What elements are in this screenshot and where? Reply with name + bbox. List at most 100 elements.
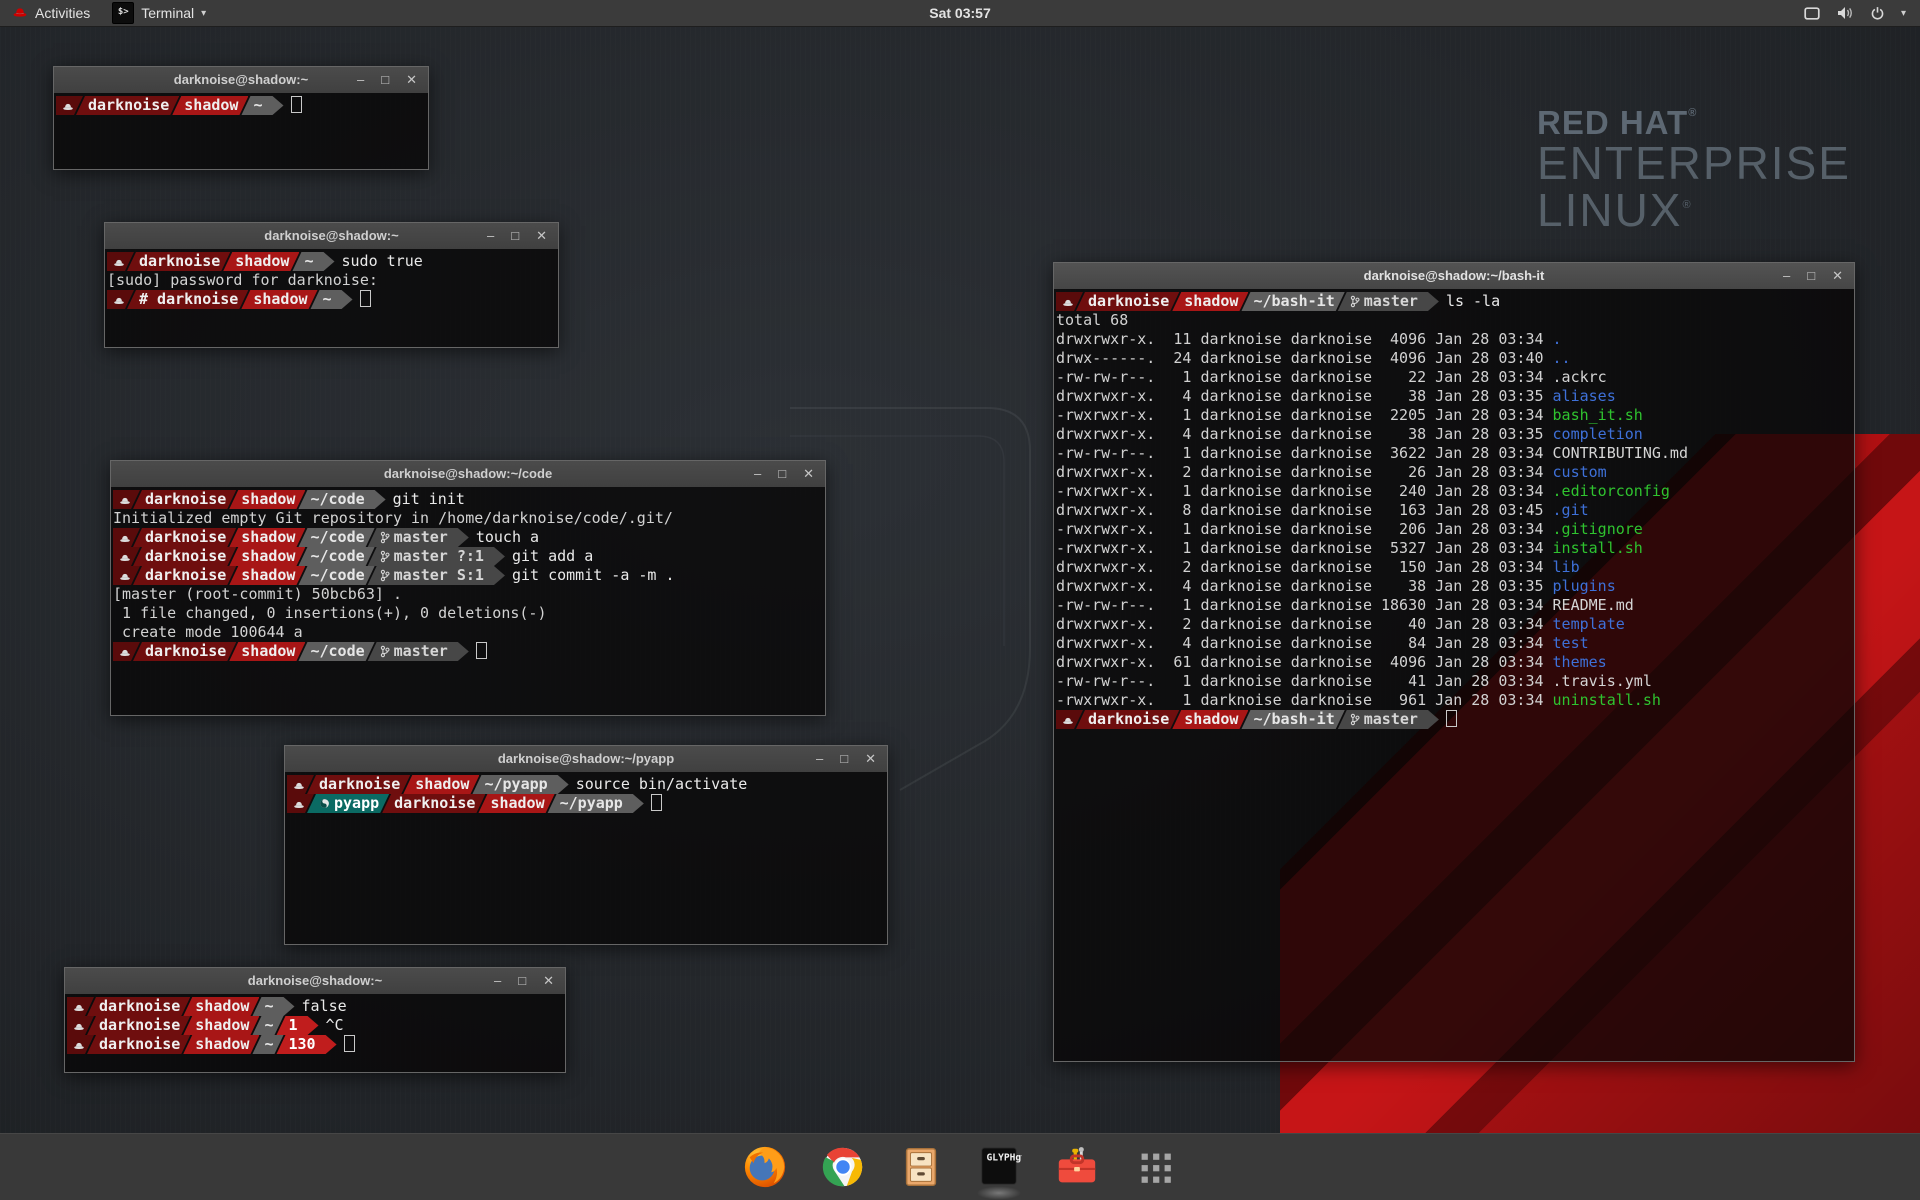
screen-icon[interactable] xyxy=(1804,7,1820,20)
dock-item-chrome[interactable] xyxy=(820,1144,866,1190)
close-button[interactable]: ✕ xyxy=(543,968,554,994)
terminal-content[interactable]: darknoiseshadow~/codegit initInitialized… xyxy=(111,487,825,715)
dock-item-app-grid[interactable] xyxy=(1132,1144,1178,1190)
minimize-button[interactable]: – xyxy=(487,223,494,249)
segment-text: master ?:1 xyxy=(394,547,484,565)
ls-owner: darknoise xyxy=(1200,501,1281,520)
prompt-segment-user: darknoise xyxy=(85,1035,190,1054)
ls-owner: darknoise xyxy=(1200,577,1281,596)
maximize-button[interactable]: □ xyxy=(381,67,389,93)
ls-filename: bash_it.sh xyxy=(1553,406,1643,425)
prompt-segment-path: ~/pyapp xyxy=(546,794,644,813)
ls-owner: darknoise xyxy=(1200,596,1281,615)
maximize-button[interactable]: □ xyxy=(778,461,786,487)
close-button[interactable]: ✕ xyxy=(406,67,417,93)
close-button[interactable]: ✕ xyxy=(865,746,876,772)
prompt-segment-git: master xyxy=(366,642,469,661)
terminal-content[interactable]: darknoiseshadow~sudo true[sudo] password… xyxy=(105,249,558,347)
volume-icon[interactable] xyxy=(1836,6,1854,20)
segment-text: 1 xyxy=(289,1016,298,1034)
ls-filename: aliases xyxy=(1553,387,1616,406)
prompt-segment-host: shadow xyxy=(227,642,305,661)
ls-size: 163 xyxy=(1381,501,1426,520)
ls-owner: darknoise xyxy=(1200,558,1281,577)
ls-perms: drwx------. xyxy=(1056,349,1164,368)
segment-text: master xyxy=(1364,292,1418,310)
prompt-segment-git: master ?:1 xyxy=(366,547,505,566)
ls-group: darknoise xyxy=(1291,615,1372,634)
maximize-button[interactable]: □ xyxy=(518,968,526,994)
ls-filename: uninstall.sh xyxy=(1553,691,1661,710)
prompt-segment-host: shadow xyxy=(227,566,305,585)
prompt-segment-host: shadow xyxy=(181,1035,259,1054)
segment-text: master S:1 xyxy=(394,566,484,584)
ls-group: darknoise xyxy=(1291,520,1372,539)
ls-size: 206 xyxy=(1381,520,1426,539)
segment-text: ~/code xyxy=(310,528,364,546)
top-bar: Activities $> Terminal ▾ Sat 03:57 ▾ xyxy=(0,0,1920,27)
minimize-button[interactable]: – xyxy=(1783,263,1790,289)
minimize-button[interactable]: – xyxy=(754,461,761,487)
window-titlebar[interactable]: darknoise@shadow:~–□✕ xyxy=(105,223,558,249)
maximize-button[interactable]: □ xyxy=(1807,263,1815,289)
power-icon[interactable] xyxy=(1870,6,1885,21)
maximize-button[interactable]: □ xyxy=(840,746,848,772)
segment-text: shadow xyxy=(195,1035,249,1053)
file-list-row: drwxrwxr-x.4darknoisedarknoise84Jan 28 0… xyxy=(1056,634,1854,653)
ls-date: Jan 28 03:34 xyxy=(1435,330,1543,349)
close-button[interactable]: ✕ xyxy=(803,461,814,487)
terminal-content[interactable]: darknoiseshadow~/pyappsource bin/activat… xyxy=(285,772,887,944)
prompt-segment-path: ~/code xyxy=(296,528,374,547)
prompt-segment-git: master xyxy=(1336,710,1439,729)
segment-text: ~ xyxy=(323,290,332,308)
window-titlebar[interactable]: darknoise@shadow:~–□✕ xyxy=(65,968,565,994)
ls-date: Jan 28 03:34 xyxy=(1435,615,1543,634)
close-button[interactable]: ✕ xyxy=(536,223,547,249)
minimize-button[interactable]: – xyxy=(357,67,364,93)
window-titlebar[interactable]: darknoise@shadow:~/bash-it–□✕ xyxy=(1054,263,1854,289)
terminal-output-line: total 68 xyxy=(1056,311,1854,330)
terminal-content[interactable]: darknoiseshadow~falsedarknoiseshadow~1^C… xyxy=(65,994,565,1072)
window-title: darknoise@shadow:~/code xyxy=(384,466,552,481)
window-titlebar[interactable]: darknoise@shadow:~–□✕ xyxy=(54,67,428,93)
caret-down-icon[interactable]: ▾ xyxy=(1901,8,1906,19)
window-titlebar[interactable]: darknoise@shadow:~/pyapp–□✕ xyxy=(285,746,887,772)
minimize-button[interactable]: – xyxy=(494,968,501,994)
ls-filename: test xyxy=(1553,634,1589,653)
dock-item-files[interactable] xyxy=(898,1144,944,1190)
dock-item-firefox[interactable] xyxy=(742,1144,788,1190)
file-list-row: -rwxrwxr-x.1darknoisedarknoise2205Jan 28… xyxy=(1056,406,1854,425)
ls-perms: -rwxrwxr-x. xyxy=(1056,520,1164,539)
minimize-button[interactable]: – xyxy=(816,746,823,772)
close-button[interactable]: ✕ xyxy=(1832,263,1843,289)
segment-text: master xyxy=(1364,710,1418,728)
ls-n: 1 xyxy=(1173,520,1191,539)
app-menu-terminal[interactable]: $> Terminal ▾ xyxy=(102,0,216,26)
segment-text: shadow xyxy=(241,547,295,565)
activities-button[interactable]: Activities xyxy=(0,0,102,26)
prompt-segment-path: ~/bash-it xyxy=(1239,710,1344,729)
window-titlebar[interactable]: darknoise@shadow:~/code –□ ✕ xyxy=(111,461,825,487)
clock[interactable]: Sat 03:57 xyxy=(929,5,990,21)
terminal-content[interactable]: darknoiseshadow~ xyxy=(54,93,428,169)
ls-filename: custom xyxy=(1553,463,1607,482)
prompt-segment-host: shadow xyxy=(221,252,299,271)
file-list-row: drwxrwxr-x.11darknoisedarknoise4096Jan 2… xyxy=(1056,330,1854,349)
terminal-prompt-line: darknoiseshadow~/codemaster ?:1git add a xyxy=(113,547,825,566)
segment-text: darknoise xyxy=(88,96,169,114)
prompt-segment-user: darknoise xyxy=(131,528,236,547)
prompt-segment-host: shadow xyxy=(401,775,479,794)
terminal-window-sudo: darknoise@shadow:~–□✕darknoiseshadow~sud… xyxy=(104,222,559,348)
file-list-row: -rwxrwxr-x.1darknoisedarknoise961Jan 28 … xyxy=(1056,691,1854,710)
maximize-button[interactable]: □ xyxy=(511,223,519,249)
dock-item-terminal[interactable]: GLYPHgt; xyxy=(976,1144,1022,1190)
segment-text: shadow xyxy=(1184,292,1238,310)
segment-text: shadow xyxy=(241,490,295,508)
terminal-content[interactable]: darknoiseshadow~/bash-itmasterls -latota… xyxy=(1054,289,1854,1061)
firefox-icon xyxy=(742,1144,788,1190)
ls-size: 26 xyxy=(1381,463,1426,482)
dock-item-toolbox[interactable] xyxy=(1054,1144,1100,1190)
ls-perms: -rw-rw-r--. xyxy=(1056,368,1164,387)
ls-perms: -rw-rw-r--. xyxy=(1056,596,1164,615)
file-list-row: -rwxrwxr-x.1darknoisedarknoise5327Jan 28… xyxy=(1056,539,1854,558)
